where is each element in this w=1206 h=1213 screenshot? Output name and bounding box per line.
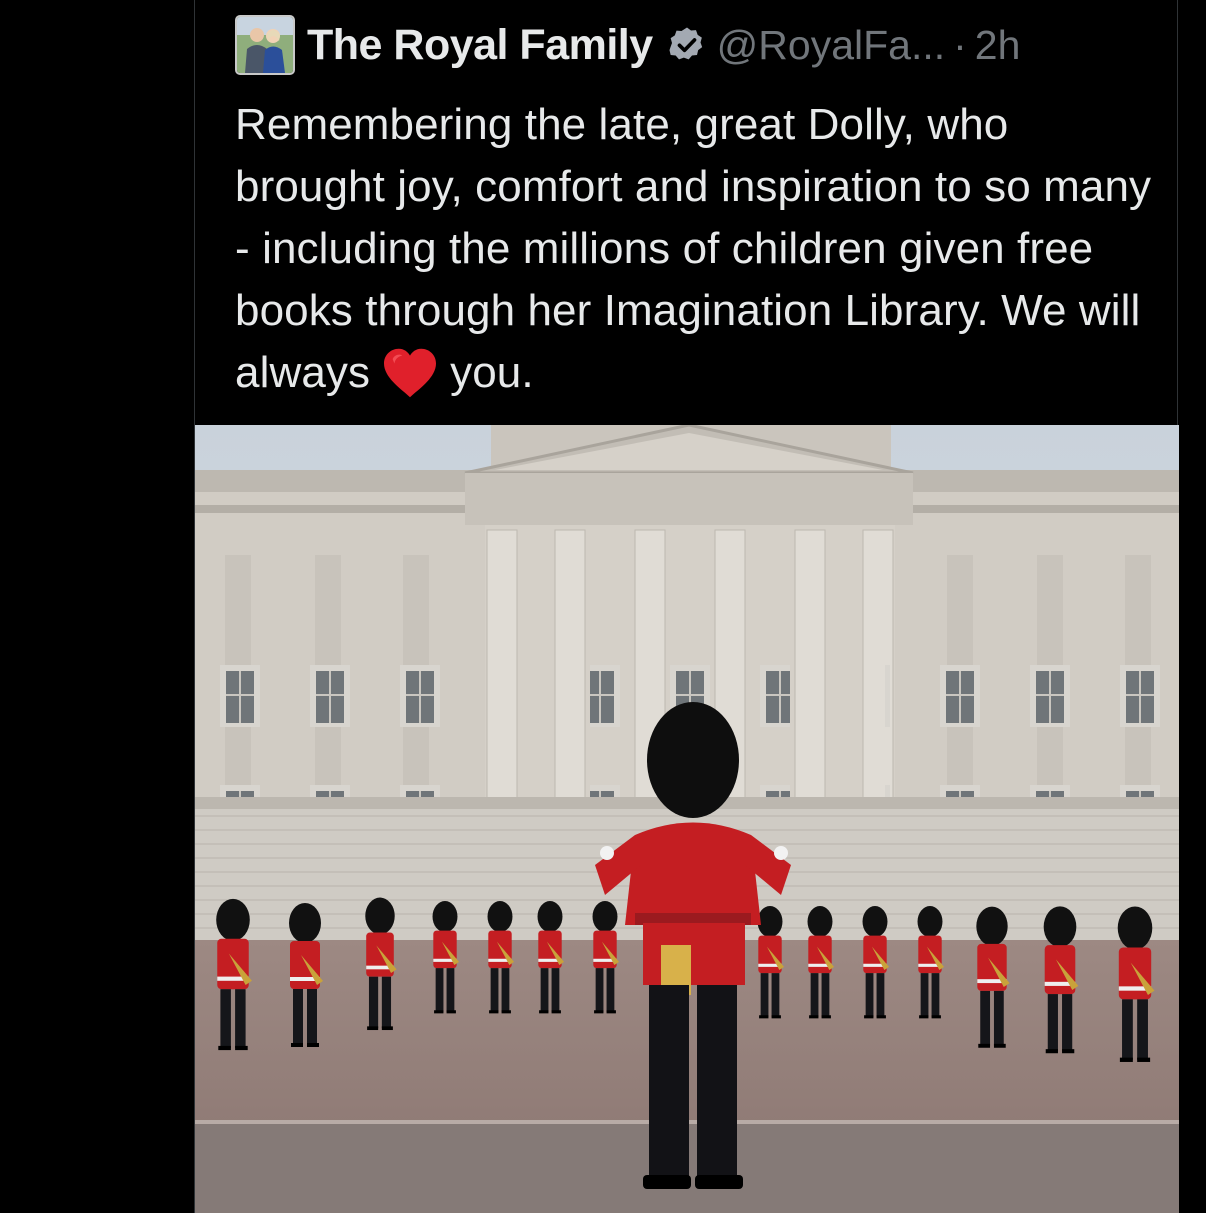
palace-band-photo (195, 425, 1179, 1213)
verified-badge-icon (669, 27, 702, 60)
avatar[interactable] (235, 15, 295, 75)
tweet-header: The Royal Family @RoyalFa... · 2h (235, 14, 1167, 76)
separator-dot: · (953, 21, 967, 68)
timestamp[interactable]: 2h (975, 22, 1021, 69)
tweet-card[interactable]: The Royal Family @RoyalFa... · 2h Rememb… (194, 0, 1179, 1213)
tweet-media-image[interactable] (195, 425, 1179, 1213)
heart-emoji-icon (384, 348, 437, 398)
display-name[interactable]: The Royal Family (307, 21, 653, 70)
user-handle[interactable]: @RoyalFa... (717, 22, 945, 69)
tweet-text-main: Remembering the late, great Dolly, who b… (235, 100, 1152, 397)
tweet-text-end: you. (450, 348, 534, 397)
tweet-text: Remembering the late, great Dolly, who b… (235, 94, 1165, 404)
